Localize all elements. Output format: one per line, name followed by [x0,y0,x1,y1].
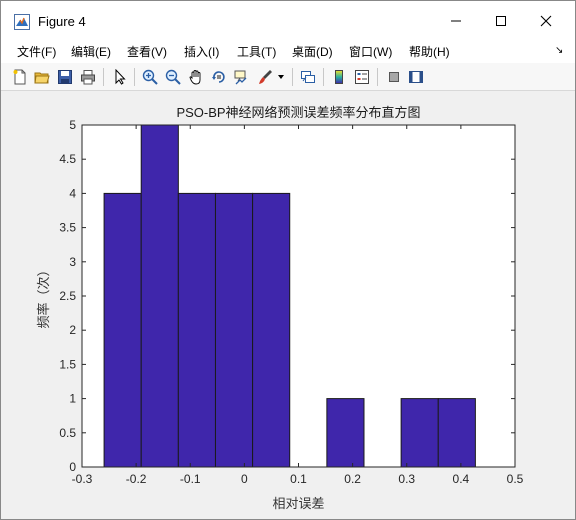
legend-icon [355,70,369,84]
rotate-3d-icon [212,71,225,83]
legend-button[interactable] [352,67,372,87]
menu-help[interactable]: 帮助(H) [407,44,452,60]
histogram-bar [103,192,142,468]
figure-window: Figure 4 文件(F) 编辑(E) 查看(V) 插入(I) 工具(T) 桌… [0,0,576,520]
pan-button[interactable] [186,67,206,87]
close-icon [540,15,552,27]
toolbar-separator [377,68,378,86]
hide-plot-tools-button[interactable] [384,67,404,87]
zoom-out-icon [165,69,181,85]
colorbar-button[interactable] [329,67,349,87]
menu-tools[interactable]: 工具(T) [235,44,278,60]
histogram-bar [252,192,291,468]
select-arrow-button[interactable] [110,67,130,87]
x-axis-label: 相对误差 [272,496,324,511]
open-file-icon [34,72,50,84]
figure-toolbar [1,63,575,91]
link-plot-icon [301,71,315,83]
maximize-icon [496,16,506,26]
show-plot-tools-icon [409,71,423,83]
y-tick-label: 4 [69,186,76,200]
hide-plot-tools-icon [389,72,399,82]
close-button[interactable] [523,6,569,36]
x-tick-label: 0.2 [344,472,361,486]
toolbar-separator [323,68,324,86]
menu-window[interactable]: 窗口(W) [347,44,394,60]
x-tick-label: 0 [241,472,248,486]
brush-button[interactable] [255,67,275,87]
toolbar-separator [103,68,104,86]
y-tick-label: 5 [69,118,76,132]
y-tick-label: 0.5 [59,426,76,440]
x-tick-label: 0.1 [290,472,307,486]
rotate-3d-button[interactable] [209,67,229,87]
zoom-in-button[interactable] [140,67,160,87]
link-plot-button[interactable] [298,67,318,87]
toolbar-separator [134,68,135,86]
figure-canvas: -0.3 -0.2 -0.1 0 0.1 0.2 0.3 0.4 0.5 0 0.5 1 1.5 2 2.… [9,92,567,513]
histogram-bar [214,192,254,468]
brush-icon [259,70,272,84]
histogram-chart: -0.3 -0.2 -0.1 0 0.1 0.2 0.3 0.4 0.5 0 0.5 1 1.5 2 2.… [9,92,567,513]
save-icon [58,70,72,84]
histogram-bar [177,192,216,468]
y-axis-label: 频率（次） [36,263,51,328]
menu-overflow-icon[interactable]: ↘ [555,45,563,56]
y-tick-label: 3.5 [59,221,76,235]
print-button[interactable] [78,67,98,87]
toolbar-separator [292,68,293,86]
menu-insert[interactable]: 插入(I) [182,44,221,60]
menu-view[interactable]: 查看(V) [125,44,169,60]
show-plot-tools-button[interactable] [406,67,426,87]
zoom-in-icon [142,69,158,85]
histogram-bar [326,398,365,468]
open-file-button[interactable] [32,67,52,87]
x-tick-label: 0.3 [398,472,415,486]
zoom-out-button[interactable] [163,67,183,87]
x-tick-label: -0.2 [126,472,147,486]
histogram-bar [140,124,179,468]
menu-file[interactable]: 文件(F) [15,44,58,60]
y-tick-label: 1.5 [59,357,76,371]
menu-edit[interactable]: 编辑(E) [69,44,113,60]
data-cursor-icon [234,70,247,85]
histogram-bar [437,398,476,468]
y-tick-label: 2 [69,323,76,337]
x-tick-label: -0.1 [180,472,201,486]
minimize-icon [451,20,461,22]
y-tick-label: 4.5 [59,152,76,166]
matlab-app-icon [14,14,30,30]
new-figure-icon [13,69,26,85]
brush-dropdown-icon [278,75,284,79]
histogram-bar [400,398,439,468]
y-tick-label: 0 [69,460,76,474]
y-tick-label: 1 [69,392,76,406]
minimize-button[interactable] [433,6,479,36]
new-figure-button[interactable] [10,67,30,87]
data-cursor-button[interactable] [231,67,251,87]
menu-bar: 文件(F) 编辑(E) 查看(V) 插入(I) 工具(T) 桌面(D) 窗口(W… [1,41,575,63]
brush-dropdown-button[interactable] [275,67,287,87]
print-icon [81,70,95,85]
select-arrow-icon [115,69,126,85]
pan-hand-icon [189,70,201,85]
save-button[interactable] [55,67,75,87]
colorbar-icon [335,70,343,84]
window-title: Figure 4 [38,14,86,29]
x-tick-label: -0.3 [72,472,93,486]
x-tick-label: 0.5 [507,472,524,486]
y-tick-label: 2.5 [59,289,76,303]
y-tick-label: 3 [69,255,76,269]
maximize-button[interactable] [478,6,524,36]
chart-title: PSO-BP神经网络预测误差频率分布直方图 [176,105,420,120]
x-tick-label: 0.4 [453,472,470,486]
title-bar[interactable]: Figure 4 [1,1,575,41]
menu-desktop[interactable]: 桌面(D) [290,44,335,60]
